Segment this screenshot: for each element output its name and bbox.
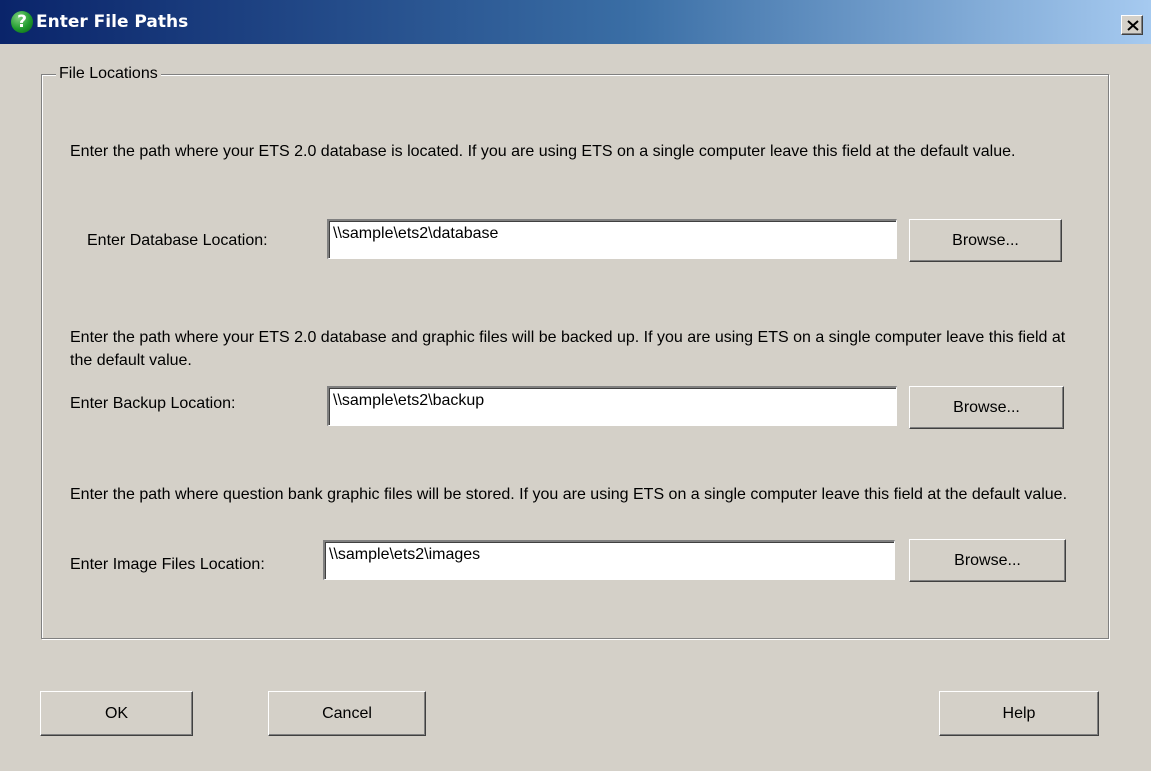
group-legend: File Locations [56, 64, 161, 84]
images-description: Enter the path where question bank graph… [70, 486, 1068, 503]
images-location-label: Enter Image Files Location: [70, 556, 265, 573]
images-location-input[interactable]: \\sample\ets2\images [323, 540, 895, 580]
close-button[interactable] [1121, 15, 1143, 35]
backup-location-input[interactable]: \\sample\ets2\backup [327, 386, 897, 426]
enter-file-paths-dialog: ? Enter File Paths File Locations Enter … [0, 0, 1151, 771]
help-button[interactable]: Help [939, 691, 1099, 736]
ok-button[interactable]: OK [40, 691, 193, 736]
question-icon: ? [11, 11, 33, 33]
backup-browse-button[interactable]: Browse... [909, 386, 1064, 429]
images-browse-button[interactable]: Browse... [909, 539, 1066, 582]
database-description: Enter the path where your ETS 2.0 databa… [70, 143, 1016, 160]
backup-description: Enter the path where your ETS 2.0 databa… [70, 329, 1066, 369]
title-bar[interactable]: ? Enter File Paths [0, 0, 1151, 44]
backup-location-label: Enter Backup Location: [70, 395, 236, 412]
database-browse-button[interactable]: Browse... [909, 219, 1062, 262]
x-icon [1127, 20, 1139, 31]
window-title: Enter File Paths [36, 12, 189, 32]
database-location-input[interactable]: \\sample\ets2\database [327, 219, 897, 259]
cancel-button[interactable]: Cancel [268, 691, 426, 736]
database-location-label: Enter Database Location: [87, 232, 268, 249]
